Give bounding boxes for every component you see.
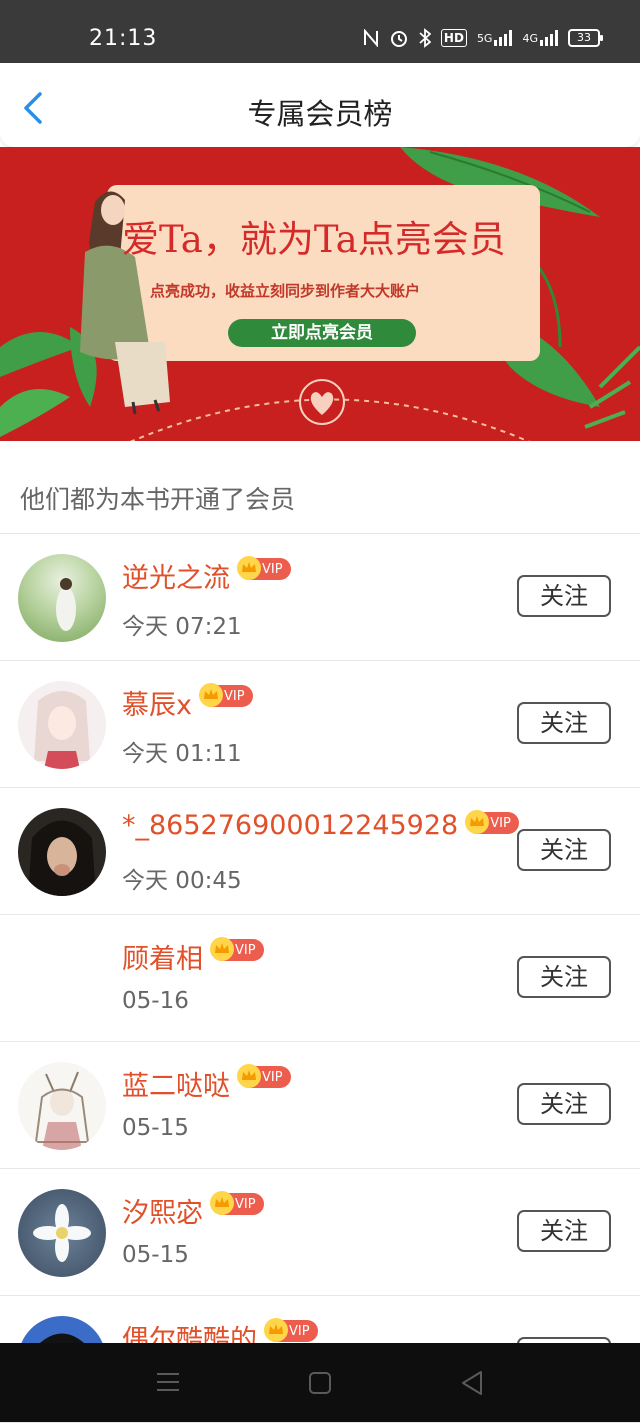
vip-label: VIP [262,1069,283,1085]
menu-icon[interactable] [155,1371,181,1397]
header-bar: 专属会员榜 [0,63,640,147]
vip-label: VIP [490,815,511,831]
name-line: 蓝二哒哒 VIP [122,1064,291,1103]
vip-badge: VIP [237,1064,291,1088]
envelope-flap [74,379,586,441]
follow-button[interactable]: 关注 [517,829,611,871]
member-time: 今天 00:45 [122,868,242,894]
crown-icon [237,556,261,580]
member-row[interactable]: 蓝二哒哒 VIP 05-15 关注 [0,1042,640,1169]
alarm-icon [389,28,409,48]
member-banner[interactable]: 爱Ta，就为Ta点亮会员 点亮成功，收益立刻同步到作者大大账户 立即点亮会员 [0,147,640,441]
battery-icon: 33 [568,29,603,47]
member-time: 05-15 [122,1115,189,1141]
member-list: 逆光之流 VIP 今天 07:21 关注 慕辰x VIP 今天 01:11 关注… [0,534,640,1423]
vip-badge: VIP [210,1191,264,1215]
member-name[interactable]: 汐熙宓 [122,1191,203,1230]
member-row[interactable]: 慕辰x VIP 今天 01:11 关注 [0,661,640,788]
crown-icon [198,683,223,707]
4g-signal-icon: 4G [522,28,558,48]
crown-icon [465,810,490,834]
member-time: 今天 01:11 [122,741,242,767]
member-row[interactable]: 顾着相 VIP 05-16 关注 [0,915,640,1042]
name-line: 逆光之流 VIP [122,556,291,595]
vip-badge: VIP [465,810,519,834]
back-triangle-icon[interactable] [460,1370,484,1400]
vip-label: VIP [235,1196,256,1212]
4g-label: 4G [522,31,538,45]
5g-label: 5G [476,31,493,45]
follow-button[interactable]: 关注 [517,956,611,998]
vip-badge: VIP [210,937,264,961]
member-name[interactable]: 慕辰x [122,683,192,722]
vip-label: VIP [223,688,245,704]
member-row[interactable]: *_865276900012245928 VIP 今天 00:45 关注 [0,788,640,915]
member-time: 05-16 [122,988,189,1014]
light-up-member-button[interactable]: 立即点亮会员 [228,319,416,347]
name-line: 汐熙宓 VIP [122,1191,264,1230]
avatar[interactable] [18,1062,106,1150]
5g-signal-icon: 5G [477,28,513,48]
avatar[interactable] [18,1189,106,1277]
member-time: 05-15 [122,1242,189,1268]
avatar[interactable] [18,935,106,1023]
section-title: 他们都为本书开通了会员 [20,485,296,514]
member-time: 今天 07:21 [122,614,242,640]
follow-button[interactable]: 关注 [517,1083,611,1125]
member-name[interactable]: 逆光之流 [122,556,230,595]
follow-button[interactable]: 关注 [517,1210,611,1252]
avatar[interactable] [18,554,106,642]
banner-headline: 爱Ta，就为Ta点亮会员 [122,218,506,261]
member-name[interactable]: 蓝二哒哒 [122,1064,230,1103]
follow-button[interactable]: 关注 [517,575,611,617]
member-row[interactable]: 逆光之流 VIP 今天 07:21 关注 [0,534,640,661]
crown-icon [237,1064,261,1088]
vip-label: VIP [262,561,283,577]
vip-badge: VIP [198,683,253,707]
member-name[interactable]: 顾着相 [122,937,203,976]
bluetooth-icon [419,28,431,48]
page-title: 专属会员榜 [247,97,393,131]
system-nav-bar [0,1343,640,1422]
avatar[interactable] [18,681,106,769]
status-time: 21:13 [89,26,158,51]
status-icons: HD 5G 4G 33 [363,28,603,48]
crown-icon [264,1318,288,1342]
status-bar: 21:13 HD 5G 4G 33 [0,0,640,63]
vip-label: VIP [289,1323,310,1339]
follow-button[interactable]: 关注 [517,702,611,744]
vip-badge: VIP [264,1318,318,1342]
member-name[interactable]: *_865276900012245928 [122,810,458,841]
hd-icon: HD [440,29,467,47]
vip-label: VIP [235,942,256,958]
crown-icon [210,937,234,961]
member-row[interactable]: 汐熙宓 VIP 05-15 关注 [0,1169,640,1296]
crown-icon [210,1191,234,1215]
vip-badge: VIP [237,556,291,580]
name-line: *_865276900012245928 VIP [122,810,519,841]
home-icon[interactable] [308,1371,332,1399]
name-line: 顾着相 VIP [122,937,264,976]
avatar[interactable] [18,808,106,896]
name-line: 慕辰x VIP [122,683,253,722]
banner-subline: 点亮成功，收益立刻同步到作者大大账户 [150,282,421,300]
nfc-icon [363,28,379,48]
